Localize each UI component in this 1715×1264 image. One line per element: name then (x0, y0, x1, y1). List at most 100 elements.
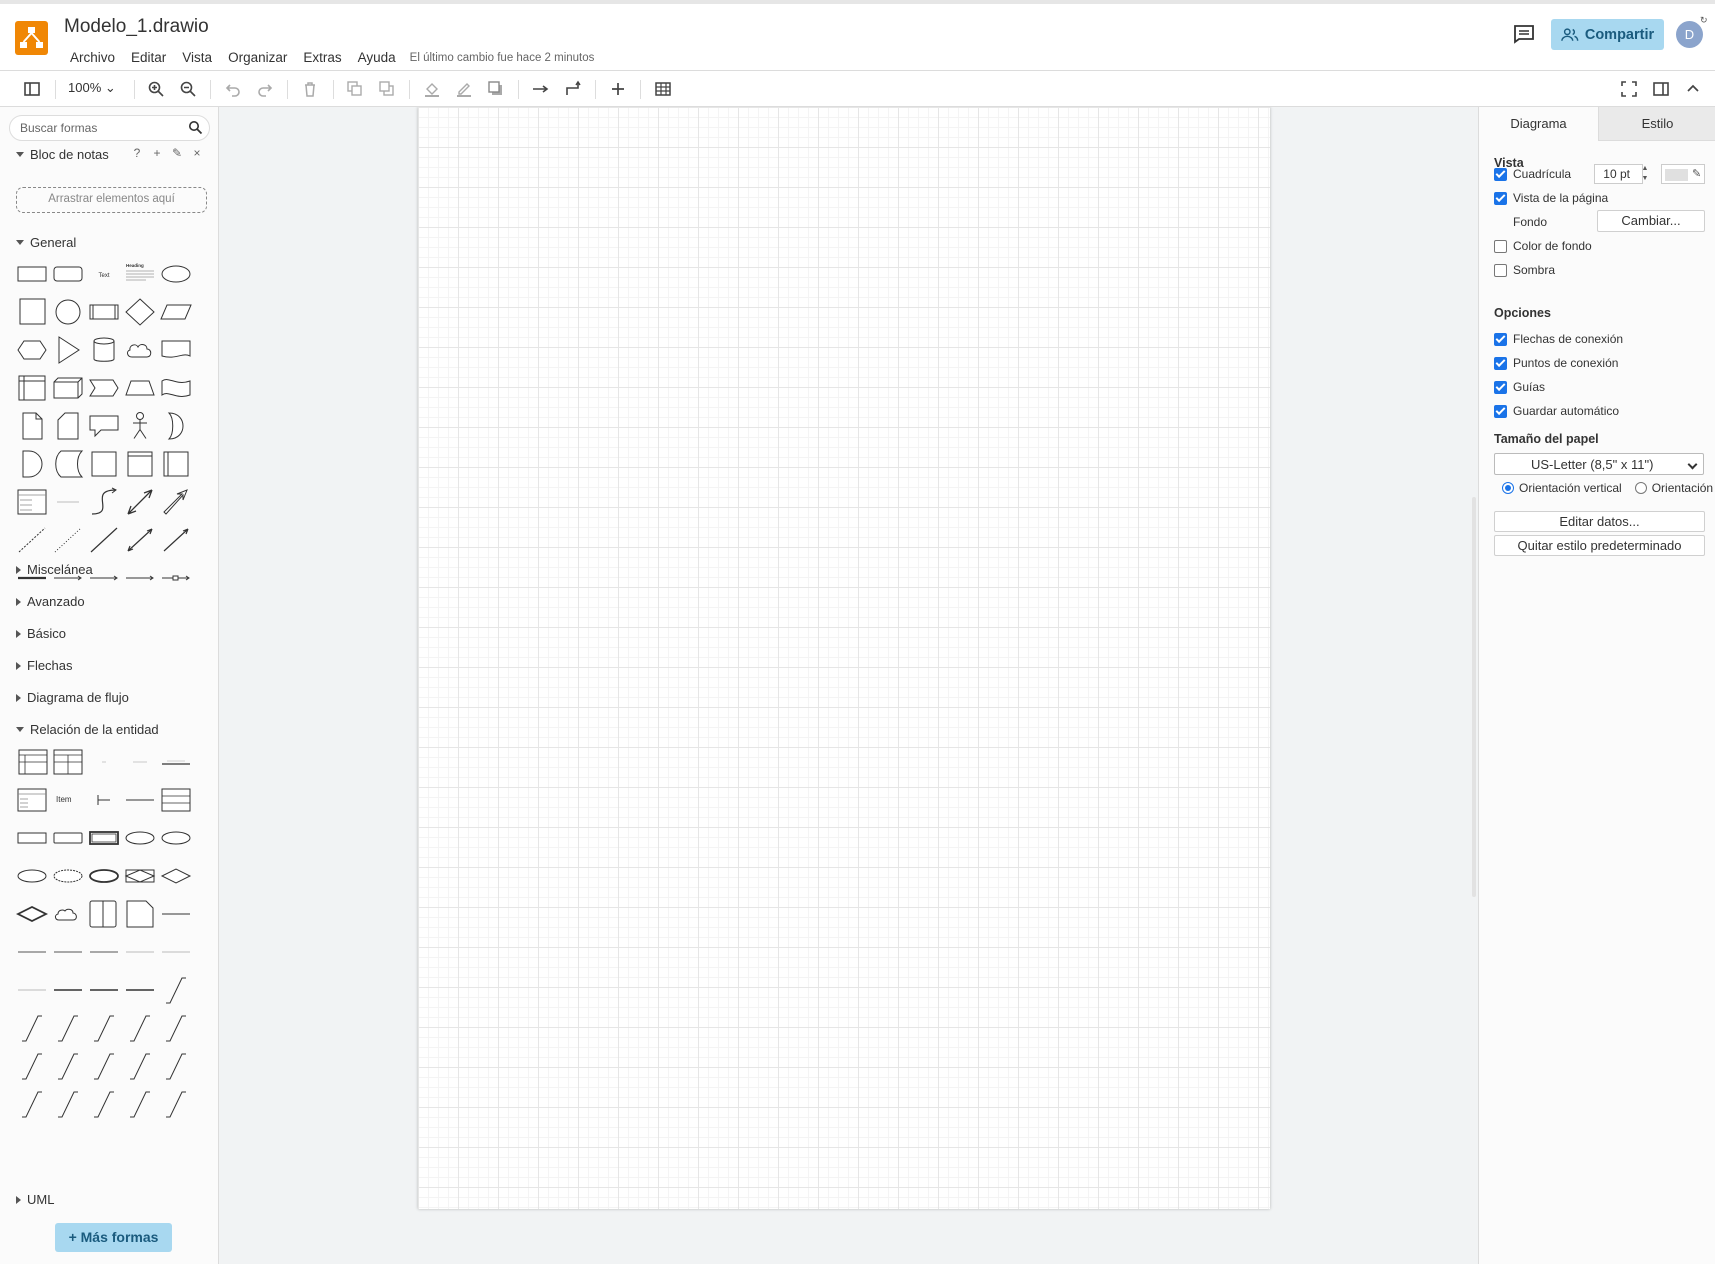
edit-icon[interactable]: ✎ (171, 147, 183, 159)
shape-textbox[interactable]: Heading (122, 255, 158, 293)
er-relation-elbow-13[interactable] (50, 1085, 86, 1123)
shadow-icon[interactable] (486, 79, 506, 99)
menu-vista[interactable]: Vista (174, 47, 220, 68)
er-relation-4[interactable] (122, 933, 158, 971)
er-derived-attribute[interactable] (50, 857, 86, 895)
grid-checkbox[interactable] (1494, 167, 1507, 181)
section-entity-relation[interactable]: Relación de la entidad (16, 722, 159, 737)
er-multivalue-attribute[interactable] (86, 857, 122, 895)
landscape-radio[interactable] (1634, 482, 1647, 494)
shape-list[interactable] (14, 483, 50, 521)
grid-size-input[interactable]: 10 pt (1594, 164, 1643, 184)
zoom-in-icon[interactable] (146, 79, 166, 99)
er-relation-elbow-12[interactable] (14, 1085, 50, 1123)
er-attribute-3[interactable] (14, 857, 50, 895)
shape-curve[interactable] (86, 483, 122, 521)
er-note[interactable] (122, 895, 158, 933)
er-relation-elbow-10[interactable] (122, 1047, 158, 1085)
avatar[interactable]: D (1676, 21, 1703, 48)
shape-swimlane[interactable] (158, 445, 194, 483)
option-connection-points[interactable]: Puntos de conexión (1494, 356, 1618, 370)
shadow-checkbox[interactable] (1494, 263, 1507, 277)
er-entity-2[interactable] (50, 819, 86, 857)
option-guides[interactable]: Guías (1494, 380, 1545, 394)
section-advanced[interactable]: Avanzado (16, 594, 85, 609)
shape-dotted-line[interactable] (50, 521, 86, 559)
er-relation-6[interactable] (14, 971, 50, 1009)
shape-tape[interactable] (158, 369, 194, 407)
er-relation-5[interactable] (158, 933, 194, 971)
format-panel-toggle-icon[interactable] (22, 79, 42, 99)
paper-size-select[interactable]: US-Letter (8,5" x 11") (1494, 453, 1704, 475)
section-arrows[interactable]: Flechas (16, 658, 73, 673)
shape-cube[interactable] (50, 369, 86, 407)
menu-extras[interactable]: Extras (295, 47, 349, 68)
er-text-small[interactable] (86, 743, 122, 781)
shape-directional-connector[interactable] (158, 521, 194, 559)
option-autosave[interactable]: Guardar automático (1494, 404, 1619, 418)
shape-trapezoid[interactable] (122, 369, 158, 407)
connection-straight-icon[interactable] (531, 79, 551, 99)
er-list[interactable] (14, 781, 50, 819)
er-relation-elbow-16[interactable] (158, 1085, 194, 1123)
tab-diagram[interactable]: Diagrama (1479, 107, 1599, 141)
table-icon[interactable] (653, 79, 673, 99)
shape-text[interactable]: Text (86, 255, 122, 293)
er-relation-elbow-6[interactable] (158, 1009, 194, 1047)
canvas-scrollbar[interactable] (1472, 497, 1476, 897)
guides-checkbox[interactable] (1494, 380, 1507, 394)
help-icon[interactable]: ? (131, 147, 143, 159)
shape-diamond[interactable] (122, 293, 158, 331)
shape-rectangle[interactable] (14, 255, 50, 293)
shadow-option[interactable]: Sombra (1494, 263, 1555, 277)
autosave-checkbox[interactable] (1494, 404, 1507, 418)
grid-color-picker[interactable]: ✎ (1661, 164, 1705, 184)
menu-archivo[interactable]: Archivo (62, 47, 123, 68)
diagram-page[interactable] (418, 107, 1270, 1209)
section-scratchpad[interactable]: Bloc de notas (16, 147, 109, 162)
er-cloud[interactable] (50, 895, 86, 933)
shape-note[interactable] (14, 407, 50, 445)
search-icon[interactable] (188, 120, 203, 135)
insert-plus-icon[interactable] (608, 79, 628, 99)
er-relation-9[interactable] (122, 971, 158, 1009)
grid-option[interactable]: Cuadrícula (1494, 167, 1571, 181)
shape-link-connector[interactable] (158, 559, 194, 597)
shape-bidirectional-connector[interactable] (122, 521, 158, 559)
er-relation-2[interactable] (50, 933, 86, 971)
shape-parallelogram[interactable] (158, 293, 194, 331)
shape-cylinder[interactable] (86, 331, 122, 369)
page-view-checkbox[interactable] (1494, 191, 1507, 205)
shape-delay[interactable] (14, 445, 50, 483)
er-relation-8[interactable] (86, 971, 122, 1009)
connection-points-checkbox[interactable] (1494, 356, 1507, 370)
shape-line[interactable] (86, 521, 122, 559)
to-back-icon[interactable] (377, 79, 397, 99)
er-relation-elbow-15[interactable] (122, 1085, 158, 1123)
toggle-format-panel-icon[interactable] (1651, 79, 1671, 99)
er-table[interactable] (14, 743, 50, 781)
shape-data-storage[interactable] (50, 445, 86, 483)
er-relation-7[interactable] (50, 971, 86, 1009)
fill-color-icon[interactable] (422, 79, 442, 99)
shape-internal-storage[interactable] (14, 369, 50, 407)
page-view-option[interactable]: Vista de la página (1494, 191, 1608, 205)
waypoints-icon[interactable] (563, 79, 583, 99)
er-relation-elbow-2[interactable] (14, 1009, 50, 1047)
shape-square[interactable] (14, 293, 50, 331)
redo-icon[interactable] (255, 79, 275, 99)
shape-cloud[interactable] (122, 331, 158, 369)
er-relation-1[interactable] (14, 933, 50, 971)
close-icon[interactable]: × (191, 147, 203, 159)
er-entity-box[interactable] (158, 781, 194, 819)
er-text-line[interactable] (122, 743, 158, 781)
section-misc[interactable]: Miscelánea (16, 562, 93, 577)
shape-bidirectional-arrow[interactable] (122, 483, 158, 521)
grid-size-stepper[interactable]: ▲ ▼ (1640, 164, 1650, 184)
last-change-status[interactable]: El último cambio fue hace 2 minutos (410, 52, 595, 64)
shape-link-double-labels[interactable] (122, 559, 158, 597)
shape-or[interactable] (158, 407, 194, 445)
section-basic[interactable]: Básico (16, 626, 66, 641)
shape-triangle[interactable] (50, 331, 86, 369)
er-identifying-relationship[interactable] (14, 895, 50, 933)
